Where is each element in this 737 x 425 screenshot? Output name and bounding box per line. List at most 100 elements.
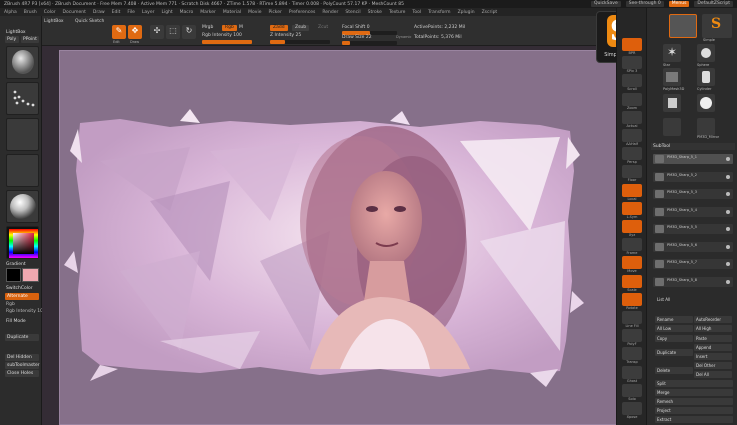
material-thumbnail[interactable] [6, 190, 39, 223]
visibility-eye-icon[interactable] [726, 209, 730, 214]
draw-button[interactable]: ✥ [128, 25, 142, 39]
z-intensity-slider[interactable] [270, 40, 330, 44]
shelf-aahalf-button[interactable] [622, 129, 642, 142]
shelf-zoom-button[interactable] [622, 92, 642, 106]
m-toggle[interactable]: M [239, 25, 243, 30]
simple-tool-thumbnail[interactable]: S [702, 14, 732, 38]
menu-document[interactable]: Document [63, 10, 86, 15]
delete-button[interactable]: Delete [655, 367, 693, 374]
shelf-polyf-button[interactable] [622, 329, 642, 343]
mrgb-toggle[interactable]: Mrgb [202, 25, 213, 30]
all-low-button[interactable]: All Low [655, 325, 693, 332]
menu-material[interactable]: Material [223, 10, 241, 15]
close-holes-button[interactable]: Close Holes [5, 370, 39, 377]
shelf-rotate-button[interactable] [622, 292, 642, 306]
quicksave-button[interactable]: QuickSave [590, 1, 621, 7]
menu-marker[interactable]: Marker [200, 10, 216, 15]
visibility-eye-icon[interactable] [726, 227, 730, 231]
all-high-button[interactable]: All High [694, 325, 732, 332]
brush-thumbnail[interactable] [6, 46, 39, 79]
menu-preferences[interactable]: Preferences [289, 10, 315, 15]
move-button[interactable]: ✣ [150, 25, 164, 39]
draw-size-slider[interactable] [342, 41, 397, 45]
del-all-button[interactable]: Del All [694, 371, 732, 378]
menu-render[interactable]: Render [322, 10, 338, 15]
visibility-eye-icon[interactable] [726, 157, 730, 161]
mirror-tool-thumbnail[interactable] [663, 118, 681, 136]
shelf-local-button[interactable] [622, 183, 642, 197]
visibility-eye-icon[interactable] [726, 262, 730, 266]
del-other-button[interactable]: Del Other [694, 362, 732, 369]
ppoint-button[interactable]: PPoint [21, 36, 39, 43]
rotate-button[interactable]: ↻ [182, 25, 196, 39]
shelf-transp-button[interactable] [622, 347, 642, 361]
shelf-solo-button[interactable] [622, 383, 642, 397]
subtoolmaster-button[interactable]: subToolmaster [5, 362, 40, 369]
shelf-persp-button[interactable] [622, 147, 642, 161]
insert-button[interactable]: Insert [694, 353, 732, 360]
menu-movie[interactable]: Movie [248, 10, 261, 15]
brush-tool-thumbnail[interactable] [697, 118, 715, 136]
shelf-spix-3-button[interactable] [622, 56, 642, 70]
paste-button[interactable]: Paste [694, 335, 732, 342]
subtool-row[interactable]: PM3D_Sharp_5_2 [653, 171, 733, 182]
zadd-toggle[interactable]: Zadd [270, 25, 288, 31]
menu-macro[interactable]: Macro [180, 10, 194, 15]
rgb-toggle[interactable]: Rgb [222, 25, 237, 31]
shelf-xyz-button[interactable] [622, 220, 642, 233]
autoreorder-button[interactable]: AutoReorder [694, 316, 732, 323]
visibility-eye-icon[interactable] [726, 174, 730, 179]
lightbox-button[interactable]: LightBox [6, 30, 26, 35]
star-tool-thumbnail[interactable]: ✶ [663, 44, 681, 62]
texture-thumbnail[interactable] [6, 154, 39, 187]
append-button[interactable]: Append [694, 344, 732, 351]
subtool-row[interactable]: PM3D_Sharp_5_1 [653, 154, 733, 164]
subtool-header[interactable]: SubTool [651, 143, 735, 150]
subtool-row[interactable]: PM3D_Sharp_5_7 [653, 259, 733, 269]
primary-color-swatch[interactable] [22, 268, 39, 282]
rgb-intensity-slider[interactable] [202, 40, 252, 44]
remesh-button[interactable]: Remesh [655, 398, 733, 405]
subtool-row[interactable]: PM3D_Sharp_5_3 [653, 189, 733, 199]
edit-button[interactable]: ✎ [112, 25, 126, 39]
document-canvas[interactable] [59, 50, 619, 425]
subtool-row[interactable]: PM3D_Sharp_5_5 [653, 224, 733, 234]
menu-zplugin[interactable]: Zplugin [458, 10, 475, 15]
menus-button[interactable]: Menus [668, 1, 690, 7]
current-tool-thumbnail[interactable] [669, 14, 697, 38]
dynamic-toggle[interactable]: Dynamic [396, 35, 411, 39]
shelf-ghost-button[interactable] [622, 365, 642, 379]
list-all-button[interactable]: List All [655, 296, 689, 303]
quick-sketch-button[interactable]: Quick Sketch [75, 19, 104, 24]
seethrough-slider[interactable]: See-through 0 [625, 1, 664, 7]
subtool-row[interactable]: PM3D_Sharp_5_8 [653, 276, 733, 287]
shelf-frame-button[interactable] [622, 238, 642, 252]
cube-tool-thumbnail[interactable] [663, 94, 681, 112]
menu-file[interactable]: File [127, 10, 135, 15]
shelf-xpose-button[interactable] [622, 402, 642, 415]
visibility-eye-icon[interactable] [726, 244, 730, 249]
menu-picker[interactable]: Picker [268, 10, 281, 15]
shelf-floor-button[interactable] [622, 165, 642, 179]
polymesh-tool-thumbnail[interactable] [663, 68, 681, 86]
zcut-toggle[interactable]: Zcut [318, 25, 328, 30]
menu-zscript[interactable]: Zscript [482, 10, 498, 15]
rgb-intensity-label[interactable]: Rgb Intensity 100 [6, 309, 46, 314]
rename-button[interactable]: Rename [655, 316, 693, 323]
lightbox-shelf-button[interactable]: LightBox [44, 19, 64, 24]
cylinder-tool-thumbnail[interactable] [697, 68, 715, 86]
poly-button[interactable]: Poly [5, 36, 19, 43]
menu-stroke[interactable]: Stroke [368, 10, 382, 15]
subtool-row[interactable]: PM3D_Sharp_5_6 [653, 241, 733, 252]
scale-button[interactable]: ⬚ [166, 25, 180, 39]
menu-color[interactable]: Color [44, 10, 56, 15]
shelf-move-button[interactable] [622, 256, 642, 270]
del-hidden-button[interactable]: Del Hidden [5, 354, 39, 361]
merge-button[interactable]: Merge [655, 389, 733, 396]
menu-stencil[interactable]: Stencil [345, 10, 360, 15]
ball-tool-thumbnail[interactable] [697, 94, 715, 112]
menu-edit[interactable]: Edit [112, 10, 121, 15]
fill-mode-label[interactable]: Fill Mode [6, 319, 26, 324]
switch-color-button[interactable]: SwitchColor [6, 286, 33, 291]
menu-layer[interactable]: Layer [142, 10, 155, 15]
